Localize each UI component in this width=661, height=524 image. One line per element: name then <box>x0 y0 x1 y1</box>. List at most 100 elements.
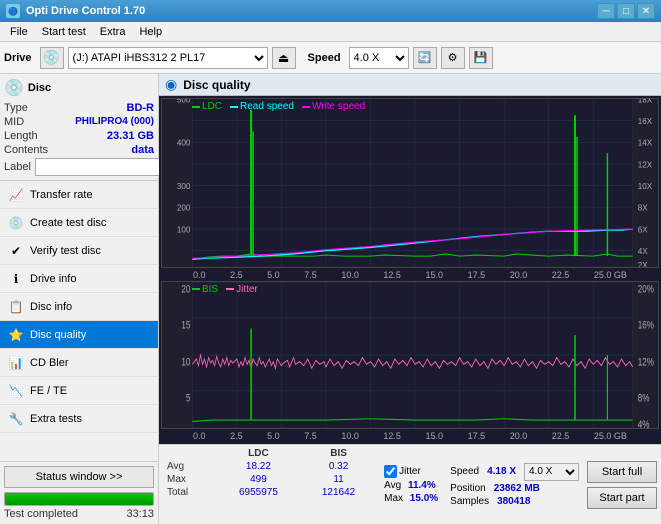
chart-header: ◉ Disc quality <box>159 74 661 96</box>
jitter-avg-label: Avg <box>384 480 401 491</box>
start-part-button[interactable]: Start part <box>587 487 657 509</box>
ldc-dot <box>192 106 200 108</box>
jitter-label: Jitter <box>236 284 258 295</box>
svg-text:10X: 10X <box>638 181 653 191</box>
speed-label: Speed <box>308 52 341 64</box>
svg-text:12X: 12X <box>638 159 653 169</box>
ldc-label: LDC <box>202 101 222 112</box>
nav-label-verify-test-disc: Verify test disc <box>30 245 101 257</box>
nav-label-transfer-rate: Transfer rate <box>30 189 93 201</box>
menu-extra[interactable]: Extra <box>94 24 132 40</box>
close-button[interactable]: ✕ <box>637 3 655 19</box>
contents-label: Contents <box>4 144 48 156</box>
sidebar-item-cd-bler[interactable]: 📊 CD Bler <box>0 349 158 377</box>
svg-text:300: 300 <box>177 181 191 191</box>
disc-section-icon: 💿 <box>4 78 24 98</box>
save-button[interactable]: 💾 <box>469 47 493 69</box>
total-label: Total <box>163 486 216 499</box>
menu-help[interactable]: Help <box>133 24 168 40</box>
mid-label: MID <box>4 116 24 128</box>
settings-button[interactable]: ⚙ <box>441 47 465 69</box>
extra-tests-icon: 🔧 <box>8 411 24 427</box>
avg-label: Avg <box>163 460 216 473</box>
svg-text:6X: 6X <box>638 224 648 234</box>
samples-val: 380418 <box>497 496 530 507</box>
svg-text:18X: 18X <box>638 99 653 104</box>
label-label: Label <box>4 161 31 173</box>
jitter-max-val: 15.0% <box>410 493 438 504</box>
status-section: Status window >> Test completed 33:13 <box>0 461 158 524</box>
col-header-ldc: LDC <box>216 447 301 460</box>
status-text: Test completed <box>4 508 78 520</box>
svg-text:5: 5 <box>186 392 191 404</box>
status-window-button[interactable]: Status window >> <box>4 466 154 488</box>
sidebar-item-create-test-disc[interactable]: 💿 Create test disc <box>0 209 158 237</box>
position-label: Position <box>450 483 486 494</box>
legend-read-speed: Read speed <box>230 101 294 112</box>
samples-label: Samples <box>450 496 489 507</box>
write-speed-dot <box>302 106 310 108</box>
total-ldc: 6955975 <box>216 486 301 499</box>
sidebar-item-disc-info[interactable]: 📋 Disc info <box>0 293 158 321</box>
bottom-legend: BIS Jitter <box>192 284 258 295</box>
length-value: 23.31 GB <box>107 130 154 142</box>
stats-bar: LDC BIS Avg 18.22 0.32 Max 499 <box>159 444 661 524</box>
stats-table: LDC BIS Avg 18.22 0.32 Max 499 <box>163 447 376 522</box>
drive-select[interactable]: (J:) ATAPI iHBS312 2 PL17 <box>68 47 268 69</box>
nav-label-fe-te: FE / TE <box>30 385 67 397</box>
nav-label-create-test-disc: Create test disc <box>30 217 106 229</box>
sidebar-item-extra-tests[interactable]: 🔧 Extra tests <box>0 405 158 433</box>
svg-text:16X: 16X <box>638 116 653 126</box>
speed-select[interactable]: 4.0 X <box>349 47 409 69</box>
col-header-bis: BIS <box>301 447 376 460</box>
svg-text:400: 400 <box>177 137 191 147</box>
sidebar: 💿 Disc Type BD-R MID PHILIPRO4 (000) Len… <box>0 74 159 524</box>
speed-stat-val: 4.18 X <box>487 466 516 477</box>
svg-text:8%: 8% <box>638 392 650 404</box>
bis-label: BIS <box>202 284 218 295</box>
total-bis: 121642 <box>301 486 376 499</box>
sidebar-item-verify-test-disc[interactable]: ✔ Verify test disc <box>0 237 158 265</box>
position-val: 23862 MB <box>494 483 540 494</box>
sidebar-item-transfer-rate[interactable]: 📈 Transfer rate <box>0 181 158 209</box>
sidebar-item-disc-quality[interactable]: ⭐ Disc quality <box>0 321 158 349</box>
app-icon: 🔵 <box>6 4 20 18</box>
status-time: 33:13 <box>126 508 154 520</box>
create-test-disc-icon: 💿 <box>8 215 24 231</box>
jitter-checkbox[interactable] <box>384 465 397 478</box>
sidebar-item-drive-info[interactable]: ℹ Drive info <box>0 265 158 293</box>
sidebar-item-fe-te[interactable]: 📉 FE / TE <box>0 377 158 405</box>
svg-text:10: 10 <box>181 357 190 369</box>
write-speed-label: Write speed <box>312 101 365 112</box>
chart-title: Disc quality <box>183 78 250 92</box>
svg-text:4%: 4% <box>638 419 650 428</box>
speed-stat-label: Speed <box>450 466 479 477</box>
transfer-rate-icon: 📈 <box>8 187 24 203</box>
nav-label-disc-quality: Disc quality <box>30 329 86 341</box>
disc-quality-icon: ⭐ <box>8 327 24 343</box>
start-buttons: Start full Start part <box>587 447 657 522</box>
main-content: 💿 Disc Type BD-R MID PHILIPRO4 (000) Len… <box>0 74 661 524</box>
bis-dot <box>192 288 200 290</box>
max-label: Max <box>163 473 216 486</box>
menu-file[interactable]: File <box>4 24 34 40</box>
read-speed-dot <box>230 106 238 108</box>
start-full-button[interactable]: Start full <box>587 461 657 483</box>
svg-text:12%: 12% <box>638 357 655 369</box>
max-ldc: 499 <box>216 473 301 486</box>
svg-text:8X: 8X <box>638 202 648 212</box>
disc-info-icon: 📋 <box>8 299 24 315</box>
nav-label-cd-bler: CD Bler <box>30 357 69 369</box>
legend-jitter: Jitter <box>226 284 258 295</box>
maximize-button[interactable]: □ <box>617 3 635 19</box>
bottom-chart: BIS Jitter <box>161 281 659 429</box>
minimize-button[interactable]: ─ <box>597 3 615 19</box>
menu-start-test[interactable]: Start test <box>36 24 92 40</box>
max-bis: 11 <box>301 473 376 486</box>
eject-button[interactable]: ⏏ <box>272 47 296 69</box>
svg-text:16%: 16% <box>638 319 655 331</box>
refresh-button[interactable]: 🔄 <box>413 47 437 69</box>
speed-stat-select[interactable]: 4.0 X <box>524 463 579 481</box>
legend-write-speed: Write speed <box>302 101 365 112</box>
drive-icon: 💿 <box>40 47 64 69</box>
